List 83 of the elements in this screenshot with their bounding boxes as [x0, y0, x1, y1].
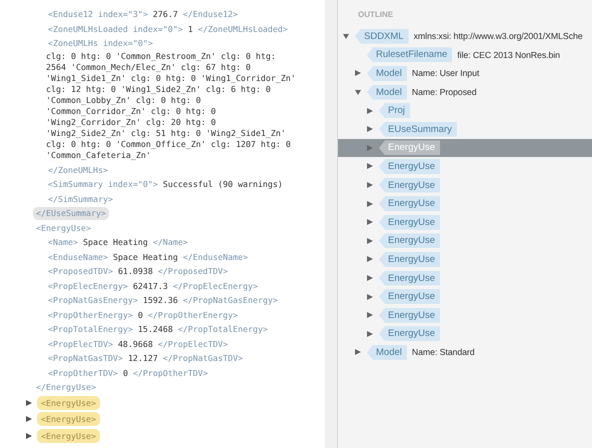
collapse-arrow-icon[interactable] — [355, 89, 361, 96]
xml-element-line: <ProposedTDV> 61.0938 </ProposedTDV> — [47, 265, 229, 278]
attribute-text: Name: Standard — [412, 347, 475, 358]
xml-close-tag: </ZoneUMLHs> — [48, 164, 108, 174]
outline-row[interactable]: SDDXML xmlns:xsi: http://www.w3.org/2001/XMLSche — [338, 27, 592, 46]
element-tag[interactable]: EnergyUse — [379, 289, 440, 304]
expand-arrow-icon[interactable] — [355, 70, 361, 76]
expand-arrow-icon[interactable] — [367, 275, 373, 282]
xml-open-tag: <EnergyUse> — [36, 222, 91, 232]
xml-close-tag: </EnergyUse> — [33, 381, 99, 394]
outline-row[interactable]: EUseSummary — [338, 120, 592, 139]
outline-row[interactable]: Model Name: Proposed — [338, 82, 592, 102]
attribute-text: xmlns:xsi: http://www.w3.org/2001/XMLSche — [414, 31, 583, 42]
expand-arrow-icon[interactable] — [26, 432, 32, 439]
xml-element-line: <PropOtherEnergy> 0 </PropOtherEnergy> — [47, 308, 239, 322]
outline-row[interactable]: Model Name: Standard — [338, 343, 592, 362]
xml-element-line: <Name> Space Heating </Name> — [47, 236, 189, 249]
element-tag[interactable]: Proj — [379, 103, 410, 118]
expand-arrow-icon[interactable] — [26, 416, 32, 422]
xml-element-line: <PropNatGasTDV> 12.127 </PropNatGasTDV> — [47, 352, 244, 365]
outline-row[interactable]: EnergyUse — [338, 324, 592, 344]
xml-element-line: <ZoneUMLHsLoaded index="0"> 1 </ZoneUMLHsLoaded> — [47, 22, 289, 36]
xml-element-line: <PropNatGasEnergy> 1592.36 </PropNatGasEnergy> — [47, 294, 279, 307]
xml-element-line: <PropOtherTDV> 0 </PropOtherTDV> — [47, 366, 209, 380]
element-tag[interactable]: EnergyUse — [379, 196, 440, 212]
expand-arrow-icon[interactable] — [367, 182, 373, 188]
element-tag[interactable]: EnergyUse — [379, 233, 440, 248]
xml-element-line: <PropElecTDV> 48.9668 </PropElecTDV> — [47, 338, 229, 351]
xml-element-line: <PropElecEnergy> 62417.3 </PropElecEnergy> — [47, 280, 259, 293]
element-tag[interactable]: EnergyUse — [379, 326, 440, 342]
element-tag[interactable]: EnergyUse — [379, 214, 440, 230]
expand-arrow-icon[interactable] — [367, 108, 373, 114]
element-tag[interactable]: SDDXML — [355, 28, 409, 44]
element-tag[interactable]: RulesetFilename — [367, 47, 452, 62]
xml-element-line: <PropTotalEnergy> 15.2468 </PropTotalEnergy> — [47, 323, 269, 336]
element-tag[interactable]: Model — [367, 66, 407, 81]
expand-arrow-icon[interactable] — [367, 219, 373, 226]
expand-arrow-icon[interactable] — [355, 349, 361, 356]
outline-row[interactable]: Model Name: User Input — [338, 64, 592, 83]
outline-row[interactable]: EnergyUse — [338, 250, 592, 269]
outline-row[interactable]: EnergyUse — [338, 138, 592, 158]
element-tag[interactable]: EnergyUse — [379, 178, 440, 193]
expand-arrow-icon[interactable] — [367, 200, 373, 207]
outline-row[interactable]: Proj — [338, 101, 592, 120]
element-tag[interactable]: EnergyUse — [379, 158, 440, 174]
element-tag[interactable]: EnergyUse — [379, 308, 440, 323]
element-tag[interactable]: EnergyUse — [379, 140, 440, 156]
collapsed-element-tag[interactable]: <EnergyUse> — [37, 412, 100, 426]
expand-arrow-icon[interactable] — [367, 330, 373, 337]
outline-row[interactable]: RulesetFilename file: CEC 2013 NonRes.bin — [338, 46, 592, 64]
xml-element-line: <SimSummary index="0"> Successful (90 warnings) </SimSummary> — [47, 178, 284, 206]
outline-title: OUTLINE — [357, 9, 394, 21]
expand-arrow-icon[interactable] — [367, 312, 373, 318]
attribute-text: Name: Proposed — [412, 87, 476, 98]
element-tag[interactable]: EnergyUse — [379, 270, 440, 286]
attribute-text: file: CEC 2013 NonRes.bin — [457, 50, 560, 60]
collapse-arrow-icon[interactable] — [343, 33, 349, 40]
expand-arrow-icon[interactable] — [367, 256, 373, 262]
outline-row[interactable]: EnergyUse — [338, 194, 592, 213]
xml-text-content: clg: 0 htg: 0 'Common_Restroom_Zn' clg: 0 htg: 2564 'Common_Mech/Elec_Zn' clg: 67 htg: 0 'Wing1_Side1_Zn' clg: 0 htg: 0 'Wing1_Corridor_Zn' clg: 12 htg: 0 'Wing1_Side2_Zn' clg: 6 htg: 0 'Common_Lobby_Zn' clg: 0 htg: 0 'Common_Corridor_Zn' clg: 0 htg: 0 'Wing2_Corridor_Zn' clg: 20 htg: 0 'Wing2_Side2_Zn' clg: 51 htg: 0 'Wing2_Side1_Zn' clg: 0 htg: 0 'Common_Office_Zn' clg: 1207 htg: 0 'Common_Cafeteria_Zn' — [45, 50, 296, 160]
expand-arrow-icon[interactable] — [367, 126, 373, 132]
outline-row[interactable]: EnergyUse — [338, 306, 592, 324]
xml-close-tag: </EUseSummary> — [33, 207, 109, 220]
xml-element-line: <Enduse12 index="3"> 276.7 </Enduse12> — [47, 8, 239, 21]
outline-row[interactable]: EnergyUse — [338, 157, 592, 176]
outline-row[interactable]: EnergyUse — [338, 232, 592, 250]
expand-arrow-icon[interactable] — [367, 238, 373, 244]
expand-arrow-icon[interactable] — [367, 294, 373, 300]
xml-element-line: <EnduseName> Space Heating </EnduseName> — [47, 250, 249, 264]
element-tag[interactable]: Model — [367, 84, 407, 100]
outline-row[interactable]: EnergyUse — [338, 212, 592, 232]
element-tag[interactable]: EUseSummary — [379, 122, 457, 137]
collapsed-element-tag[interactable]: <EnergyUse> — [37, 396, 100, 410]
outline-row[interactable]: EnergyUse — [338, 176, 592, 194]
expand-arrow-icon[interactable] — [367, 163, 373, 170]
element-tag[interactable]: Model — [367, 344, 407, 360]
element-tag[interactable]: EnergyUse — [379, 252, 440, 267]
outline-row[interactable]: EnergyUse — [338, 268, 592, 288]
outline-row[interactable]: EnergyUse — [338, 287, 592, 306]
attribute-text: Name: User Input — [412, 68, 480, 78]
expand-arrow-icon[interactable] — [26, 400, 32, 406]
xml-open-tag: <ZoneUMLHs index="0"> — [48, 38, 153, 48]
collapsed-element-tag[interactable]: <EnergyUse> — [37, 428, 100, 443]
